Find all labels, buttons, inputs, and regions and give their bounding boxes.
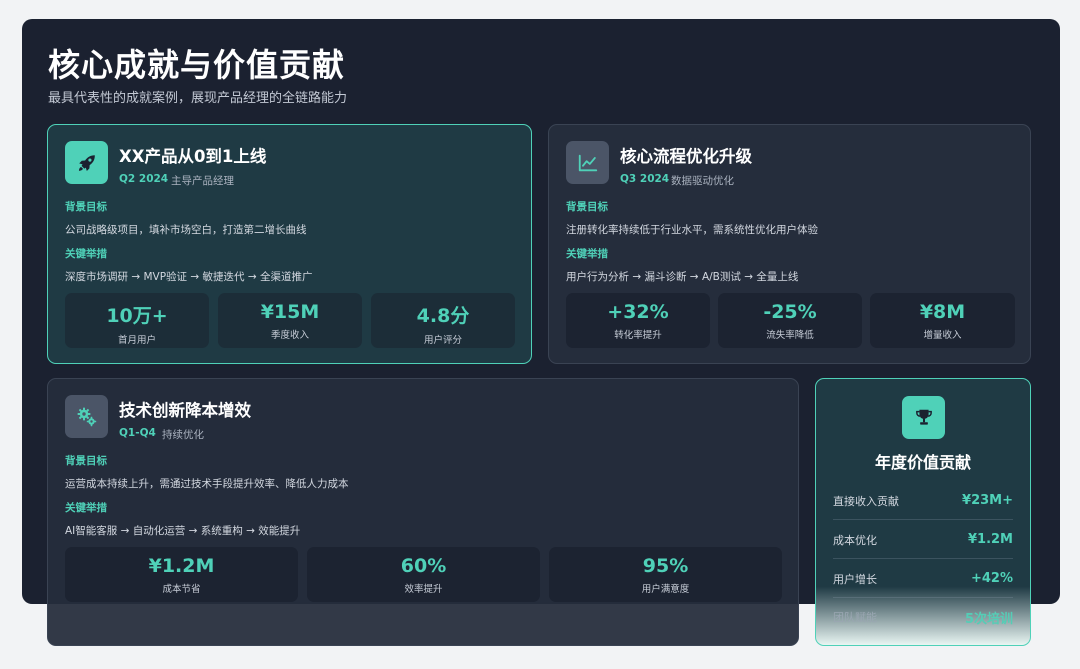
metric-value: ¥1.2M (148, 555, 215, 577)
metric-efficiency-lift: 60% 效率提升 (307, 547, 540, 602)
value-row-team: 团队赋能 5次培训 (833, 598, 1013, 636)
actions-text: 用户行为分析 → 漏斗诊断 → A/B测试 → 全量上线 (566, 271, 799, 283)
chart-line-icon (566, 141, 609, 184)
actions-label: 关键举措 (65, 502, 107, 514)
card-role: 主导产品经理 (171, 175, 234, 187)
background-label: 背景目标 (566, 201, 608, 213)
card-period: Q1-Q4 (119, 427, 156, 439)
card-role: 持续优化 (162, 429, 204, 441)
metric-label: 增量收入 (923, 330, 962, 341)
actions-text: AI智能客服 → 自动化运营 → 系统重构 → 效能提升 (65, 525, 301, 537)
metric-label: 用户满意度 (641, 584, 690, 595)
background-label: 背景目标 (65, 201, 107, 213)
card-title: 技术创新降本增效 (119, 401, 251, 420)
metric-label: 首月用户 (117, 335, 156, 346)
metric-value: ¥15M (260, 301, 320, 323)
metric-incremental-revenue: ¥8M 增量收入 (870, 293, 1015, 348)
actions-text: 深度市场调研 → MVP验证 → 敏捷迭代 → 全渠道推广 (65, 271, 313, 283)
card-period: Q2 2024 (119, 173, 169, 185)
metric-label: 效率提升 (404, 584, 443, 595)
background-text: 注册转化率持续低于行业水平，需系统性优化用户体验 (566, 224, 818, 236)
metric-label: 季度收入 (270, 330, 309, 341)
trophy-icon (902, 396, 945, 439)
value-row-value: ¥1.2M (967, 532, 1013, 547)
metric-value: 60% (400, 555, 447, 577)
background-text: 公司战略级项目，填补市场空白，打造第二增长曲线 (65, 224, 307, 236)
metric-label: 转化率提升 (614, 330, 662, 341)
metric-quarterly-revenue: ¥15M 季度收入 (218, 293, 362, 348)
metric-label: 用户评分 (423, 335, 462, 346)
metric-value: -25% (763, 301, 817, 323)
metric-value: 10万+ (106, 305, 168, 327)
metric-first-month-users: 10万+ 首月用户 (65, 293, 209, 348)
gears-icon (65, 395, 108, 438)
metric-label: 成本节省 (162, 584, 201, 595)
background-text: 运营成本持续上升，需通过技术手段提升效率、降低人力成本 (65, 478, 349, 490)
metric-conversion-lift: +32% 转化率提升 (566, 293, 710, 348)
achievement-card-tech-innovation[interactable]: 技术创新降本增效 Q1-Q4 持续优化 背景目标 运营成本持续上升，需通过技术手… (47, 378, 799, 646)
value-row-label: 团队赋能 (833, 611, 877, 624)
actions-label: 关键举措 (65, 248, 107, 260)
value-row-value: +42% (970, 571, 1013, 586)
value-row-label: 成本优化 (833, 533, 877, 547)
value-row-revenue: 直接收入贡献 ¥23M+ (833, 482, 1013, 520)
metric-value: ¥8M (919, 301, 966, 323)
page-subtitle: 最具代表性的成就案例，展现产品经理的全链路能力 (48, 91, 348, 106)
achievement-card-flow-optimization[interactable]: 核心流程优化升级 Q3 2024 数据驱动优化 背景目标 注册转化率持续低于行业… (548, 124, 1031, 364)
value-card-title: 年度价值贡献 (874, 453, 971, 472)
value-row-value: 5次培训 (964, 611, 1013, 627)
value-row-cost: 成本优化 ¥1.2M (833, 521, 1013, 559)
metric-user-rating: 4.8分 用户评分 (371, 293, 515, 348)
metric-cost-saving: ¥1.2M 成本节省 (65, 547, 298, 602)
metric-value: 95% (642, 555, 689, 577)
value-row-users: 用户增长 +42% (833, 560, 1013, 598)
achievement-card-product-launch[interactable]: XX产品从0到1上线 Q2 2024 主导产品经理 背景目标 公司战略级项目，填… (47, 124, 532, 364)
background-label: 背景目标 (65, 455, 107, 467)
metric-value: 4.8分 (416, 305, 470, 327)
card-role: 数据驱动优化 (671, 175, 734, 187)
card-title: XX产品从0到1上线 (119, 147, 267, 166)
card-title: 核心流程优化升级 (620, 147, 752, 166)
value-row-value: ¥23M+ (962, 493, 1013, 508)
metric-churn-reduction: -25% 流失率降低 (718, 293, 862, 348)
metric-value: +32% (607, 301, 669, 323)
page-title: 核心成就与价值贡献 (48, 46, 346, 84)
rocket-icon (65, 141, 108, 184)
annual-value-card: 年度价值贡献 直接收入贡献 ¥23M+ 成本优化 ¥1.2M 用户增长 +42%… (815, 378, 1031, 646)
metric-label: 流失率降低 (766, 330, 814, 341)
value-row-label: 直接收入贡献 (833, 494, 899, 508)
card-period: Q3 2024 (620, 173, 670, 185)
metric-user-satisfaction: 95% 用户满意度 (549, 547, 782, 602)
value-row-label: 用户增长 (833, 572, 877, 586)
actions-label: 关键举措 (566, 248, 608, 260)
